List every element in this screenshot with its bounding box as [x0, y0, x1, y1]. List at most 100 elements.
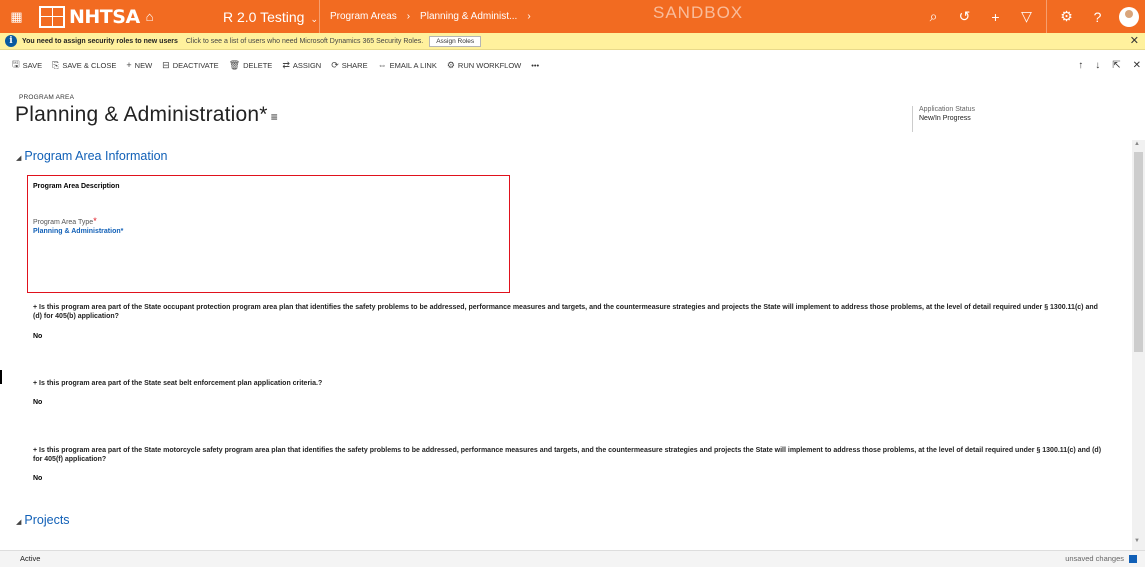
- field-label: Program Area Type: [33, 219, 94, 226]
- required-icon: *: [93, 216, 97, 226]
- breadcrumb-label: Program Areas: [330, 11, 397, 22]
- page-title: Planning & Administration* ≡: [15, 103, 278, 127]
- app-launcher-icon[interactable]: ▦: [0, 0, 33, 33]
- plus-icon[interactable]: +: [980, 9, 1011, 25]
- top-nav-bar: ▦ NHTSA ⌂ R 2.0 Testing ⌄ Program Areas › …: [0, 0, 1145, 33]
- record-title: Planning & Administration*: [15, 103, 268, 126]
- save-icon: 🖫: [12, 59, 20, 69]
- logo-mark-icon: [39, 5, 65, 28]
- more-commands-button[interactable]: •••: [531, 61, 539, 70]
- search-icon[interactable]: ⌕: [918, 8, 949, 25]
- command-label: EMAIL A LINK: [389, 60, 437, 70]
- breadcrumb-label: Planning & Administ...: [420, 11, 518, 22]
- help-icon[interactable]: ?: [1082, 9, 1113, 25]
- scroll-up-icon[interactable]: ▲: [1134, 141, 1140, 147]
- section-label: Projects: [24, 513, 70, 527]
- email-link-button[interactable]: ⇔ EMAIL A LINK: [378, 60, 437, 70]
- question-text: Is this program area part of the State m…: [33, 447, 1102, 463]
- collapse-icon: ◢: [16, 519, 22, 526]
- answer-motorcycle-safety[interactable]: No: [33, 475, 42, 482]
- command-bar: 🖫 SAVE ⎘ SAVE & CLOSE + NEW ⊟ DEACTIVATE 🗑 DE…: [0, 55, 1145, 75]
- close-icon[interactable]: ✕: [1133, 60, 1141, 71]
- question-seat-belt: + Is this program area part of the State…: [33, 379, 1103, 388]
- environment-name: R 2.0 Testing: [223, 8, 305, 25]
- nhtsa-logo[interactable]: NHTSA ⌂: [33, 0, 183, 33]
- assign-icon: ⇄: [282, 59, 290, 70]
- save-close-button[interactable]: ⎘ SAVE & CLOSE: [52, 60, 116, 71]
- command-label: SHARE: [341, 60, 368, 70]
- deactivate-button[interactable]: ⊟ DEACTIVATE: [162, 60, 219, 71]
- unsaved-changes-text: unsaved changes: [1065, 554, 1124, 563]
- question-motorcycle-safety: + Is this program area part of the State…: [33, 446, 1103, 464]
- save-button[interactable]: 🖫 SAVE: [12, 57, 42, 73]
- cursor-mark: [0, 370, 2, 384]
- notification-link[interactable]: Click to see a list of users who need Mi…: [186, 38, 423, 45]
- section-program-area-information[interactable]: ◢ Program Area Information: [16, 149, 168, 163]
- program-area-type-link[interactable]: Planning & Administration*: [33, 228, 123, 235]
- notification-message: You need to assign security roles to new…: [22, 37, 178, 45]
- scrollbar-thumb[interactable]: [1134, 152, 1143, 352]
- chevron-right-icon: ›: [527, 11, 531, 22]
- application-status-field[interactable]: Application Status New/In Progress: [912, 106, 975, 132]
- plus-icon: +: [126, 60, 132, 70]
- share-button[interactable]: ⟳ SHARE: [331, 60, 367, 71]
- workflow-icon: ⚙: [446, 59, 455, 70]
- notification-bar: i You need to assign security roles to n…: [0, 33, 1145, 50]
- recent-icon[interactable]: ↺: [949, 8, 980, 25]
- trash-icon: 🗑: [228, 59, 241, 70]
- section-projects[interactable]: ◢ Projects: [16, 513, 70, 527]
- question-occupant-protection: + Is this program area part of the State…: [33, 303, 1103, 321]
- question-text: Is this program area part of the State s…: [39, 380, 323, 387]
- breadcrumb-record[interactable]: Planning & Administ... ›: [420, 0, 541, 33]
- entity-label: PROGRAM AREA: [19, 94, 75, 101]
- command-label: RUN WORKFLOW: [457, 60, 522, 70]
- answer-seat-belt[interactable]: No: [33, 399, 42, 406]
- run-workflow-button[interactable]: ⚙ RUN WORKFLOW: [447, 60, 521, 71]
- unsaved-indicator: unsaved changes: [1065, 554, 1137, 563]
- chevron-right-icon: ›: [406, 11, 411, 22]
- new-button[interactable]: + NEW: [126, 60, 152, 70]
- save-icon[interactable]: [1129, 554, 1137, 563]
- section-label: Program Area Information: [24, 149, 168, 163]
- chevron-down-icon: ⌄: [310, 13, 319, 24]
- save-close-icon: ⎘: [52, 59, 60, 70]
- application-status-label: Application Status: [919, 106, 976, 113]
- application-status-value: New/In Progress: [919, 115, 971, 122]
- filter-icon[interactable]: ▽: [1011, 8, 1042, 25]
- sandbox-watermark: SANDBOX: [653, 3, 744, 22]
- command-label: DEACTIVATE: [172, 60, 219, 70]
- environment-selector[interactable]: R 2.0 Testing ⌄: [223, 9, 319, 25]
- collapse-icon: ◢: [16, 155, 22, 162]
- assign-button[interactable]: ⇄ ASSIGN: [282, 60, 321, 71]
- command-label: NEW: [134, 60, 153, 70]
- record-status: Active: [20, 554, 41, 563]
- command-label: ASSIGN: [292, 60, 322, 70]
- answer-occupant-protection[interactable]: No: [33, 333, 42, 340]
- arrow-up-icon[interactable]: ↑: [1078, 60, 1083, 71]
- menu-icon[interactable]: ≡: [271, 110, 278, 124]
- command-label: DELETE: [243, 60, 273, 70]
- question-text: Is this program area part of the State o…: [33, 304, 1098, 320]
- command-label: SAVE: [22, 60, 43, 70]
- breadcrumb-program-areas[interactable]: Program Areas ›: [320, 0, 420, 33]
- close-icon[interactable]: ✕: [1130, 34, 1139, 47]
- command-label: SAVE & CLOSE: [62, 60, 117, 70]
- program-area-type-label: Program Area Type*: [33, 216, 97, 226]
- top-nav-actions: ⌕ ↺ + ▽ ⚙ ?: [918, 0, 1145, 33]
- pop-out-icon[interactable]: ⇱: [1112, 60, 1120, 71]
- scroll-down-icon[interactable]: ▼: [1134, 538, 1140, 544]
- link-icon: ⇔: [377, 60, 387, 70]
- gear-icon[interactable]: ⚙: [1051, 8, 1082, 25]
- brand-name: NHTSA: [69, 5, 140, 28]
- home-icon[interactable]: ⌂: [146, 9, 154, 24]
- record-navigation: ↑ ↓ ⇱ ✕: [1066, 55, 1141, 75]
- delete-button[interactable]: 🗑 DELETE: [229, 60, 273, 71]
- share-icon: ⟳: [331, 59, 339, 70]
- status-bar: Active unsaved changes: [0, 550, 1145, 567]
- divider: [1046, 0, 1047, 33]
- arrow-down-icon[interactable]: ↓: [1095, 60, 1100, 71]
- assign-roles-button[interactable]: Assign Roles: [429, 35, 482, 47]
- info-icon: i: [5, 35, 17, 47]
- avatar[interactable]: [1119, 6, 1139, 27]
- program-area-description-label: Program Area Description: [33, 183, 120, 190]
